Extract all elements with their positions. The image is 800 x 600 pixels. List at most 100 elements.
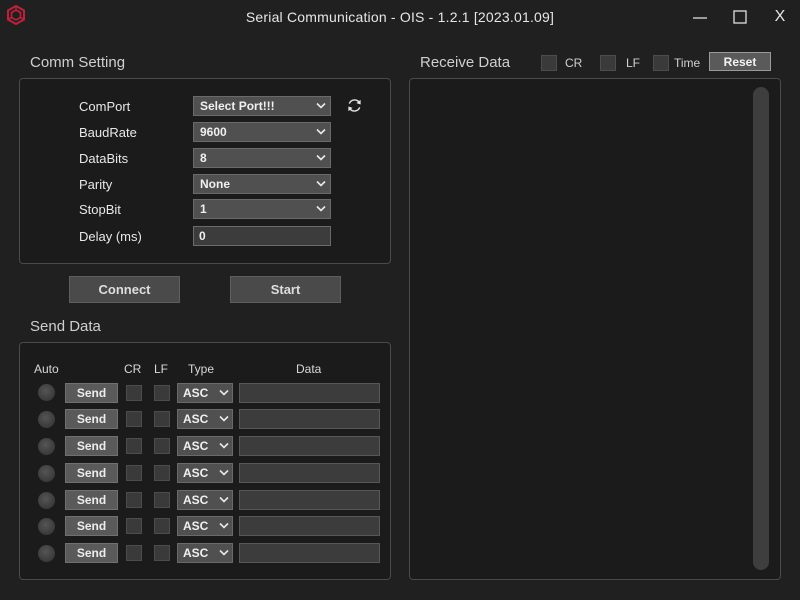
lf-checkbox[interactable] — [154, 438, 170, 454]
send-data-input[interactable] — [239, 463, 380, 483]
send-button[interactable]: Send — [65, 516, 118, 536]
delay-input[interactable]: 0 — [193, 226, 331, 246]
send-data-input[interactable] — [239, 436, 380, 456]
lf-checkbox[interactable] — [154, 411, 170, 427]
comport-select[interactable]: Select Port!!! — [193, 96, 331, 116]
type-value: ASC — [183, 493, 209, 507]
chevron-down-icon — [219, 496, 229, 503]
chevron-down-icon — [219, 549, 229, 556]
databits-select[interactable]: 8 — [193, 148, 331, 168]
receive-time-checkbox[interactable] — [653, 55, 669, 71]
cr-checkbox[interactable] — [126, 438, 142, 454]
type-value: ASC — [183, 386, 209, 400]
type-select[interactable]: ASC — [177, 516, 233, 536]
maximize-icon — [733, 10, 747, 24]
databits-label: DataBits — [79, 151, 129, 166]
chevron-down-icon — [316, 128, 326, 135]
comm-setting-heading: Comm Setting — [30, 54, 126, 71]
auto-send-indicator[interactable] — [38, 438, 55, 455]
maximize-button[interactable] — [720, 0, 760, 34]
type-value: ASC — [183, 546, 209, 560]
auto-send-indicator[interactable] — [38, 545, 55, 562]
reset-button[interactable]: Reset — [709, 52, 771, 71]
cr-checkbox[interactable] — [126, 518, 142, 534]
chevron-down-icon — [316, 102, 326, 109]
stopbit-value: 1 — [200, 202, 207, 216]
send-data-input[interactable] — [239, 543, 380, 563]
chevron-down-icon — [316, 180, 326, 187]
data-column-header: Data — [296, 362, 322, 376]
cr-checkbox[interactable] — [126, 545, 142, 561]
chevron-down-icon — [316, 154, 326, 161]
databits-value: 8 — [200, 151, 207, 165]
type-select[interactable]: ASC — [177, 409, 233, 429]
receive-lf-label: LF — [626, 56, 641, 70]
send-data-input[interactable] — [239, 383, 380, 403]
receive-data-scrollbar[interactable] — [753, 87, 769, 570]
baudrate-value: 9600 — [200, 125, 227, 139]
receive-data-textarea[interactable] — [409, 78, 781, 580]
send-data-input[interactable] — [239, 409, 380, 429]
chevron-down-icon — [219, 415, 229, 422]
connect-button[interactable]: Connect — [69, 276, 180, 303]
send-button[interactable]: Send — [65, 409, 118, 429]
title-bar[interactable]: Serial Communication - OIS - 1.2.1 [2023… — [0, 0, 800, 34]
type-select[interactable]: ASC — [177, 490, 233, 510]
auto-column-header: Auto — [34, 362, 59, 376]
auto-send-indicator[interactable] — [38, 465, 55, 482]
cr-checkbox[interactable] — [126, 385, 142, 401]
lf-column-header: LF — [154, 362, 169, 376]
start-button[interactable]: Start — [230, 276, 341, 303]
type-select[interactable]: ASC — [177, 463, 233, 483]
delay-value: 0 — [199, 229, 206, 243]
send-data-input[interactable] — [239, 516, 380, 536]
send-button[interactable]: Send — [65, 436, 118, 456]
minimize-button[interactable] — [680, 0, 720, 34]
lf-checkbox[interactable] — [154, 465, 170, 481]
baudrate-select[interactable]: 9600 — [193, 122, 331, 142]
type-select[interactable]: ASC — [177, 436, 233, 456]
receive-time-label: Time — [674, 56, 701, 70]
send-button[interactable]: Send — [65, 383, 118, 403]
lf-checkbox[interactable] — [154, 518, 170, 534]
cr-checkbox[interactable] — [126, 492, 142, 508]
cr-checkbox[interactable] — [126, 411, 142, 427]
lf-checkbox[interactable] — [154, 492, 170, 508]
close-button[interactable]: X — [760, 0, 800, 34]
type-select[interactable]: ASC — [177, 383, 233, 403]
auto-send-indicator[interactable] — [38, 384, 55, 401]
auto-send-indicator[interactable] — [38, 518, 55, 535]
cr-column-header: CR — [124, 362, 142, 376]
comport-label: ComPort — [79, 99, 131, 114]
type-value: ASC — [183, 439, 209, 453]
send-data-input[interactable] — [239, 490, 380, 510]
type-value: ASC — [183, 519, 209, 533]
type-select[interactable]: ASC — [177, 543, 233, 563]
minimize-icon — [693, 17, 707, 19]
type-value: ASC — [183, 412, 209, 426]
parity-select[interactable]: None — [193, 174, 331, 194]
chevron-down-icon — [219, 389, 229, 396]
lf-checkbox[interactable] — [154, 385, 170, 401]
chevron-down-icon — [219, 442, 229, 449]
send-button[interactable]: Send — [65, 490, 118, 510]
send-button[interactable]: Send — [65, 463, 118, 483]
delay-label: Delay (ms) — [79, 229, 142, 244]
chevron-down-icon — [316, 205, 326, 212]
parity-label: Parity — [79, 177, 113, 192]
stopbit-select[interactable]: 1 — [193, 199, 331, 219]
receive-lf-checkbox[interactable] — [600, 55, 616, 71]
chevron-down-icon — [219, 522, 229, 529]
chevron-down-icon — [219, 469, 229, 476]
receive-cr-checkbox[interactable] — [541, 55, 557, 71]
cr-checkbox[interactable] — [126, 465, 142, 481]
parity-value: None — [200, 177, 230, 191]
lf-checkbox[interactable] — [154, 545, 170, 561]
refresh-icon[interactable] — [346, 97, 363, 114]
send-button[interactable]: Send — [65, 543, 118, 563]
baudrate-label: BaudRate — [79, 125, 137, 140]
auto-send-indicator[interactable] — [38, 411, 55, 428]
close-label: X — [774, 8, 786, 25]
type-column-header: Type — [188, 362, 215, 376]
auto-send-indicator[interactable] — [38, 492, 55, 509]
